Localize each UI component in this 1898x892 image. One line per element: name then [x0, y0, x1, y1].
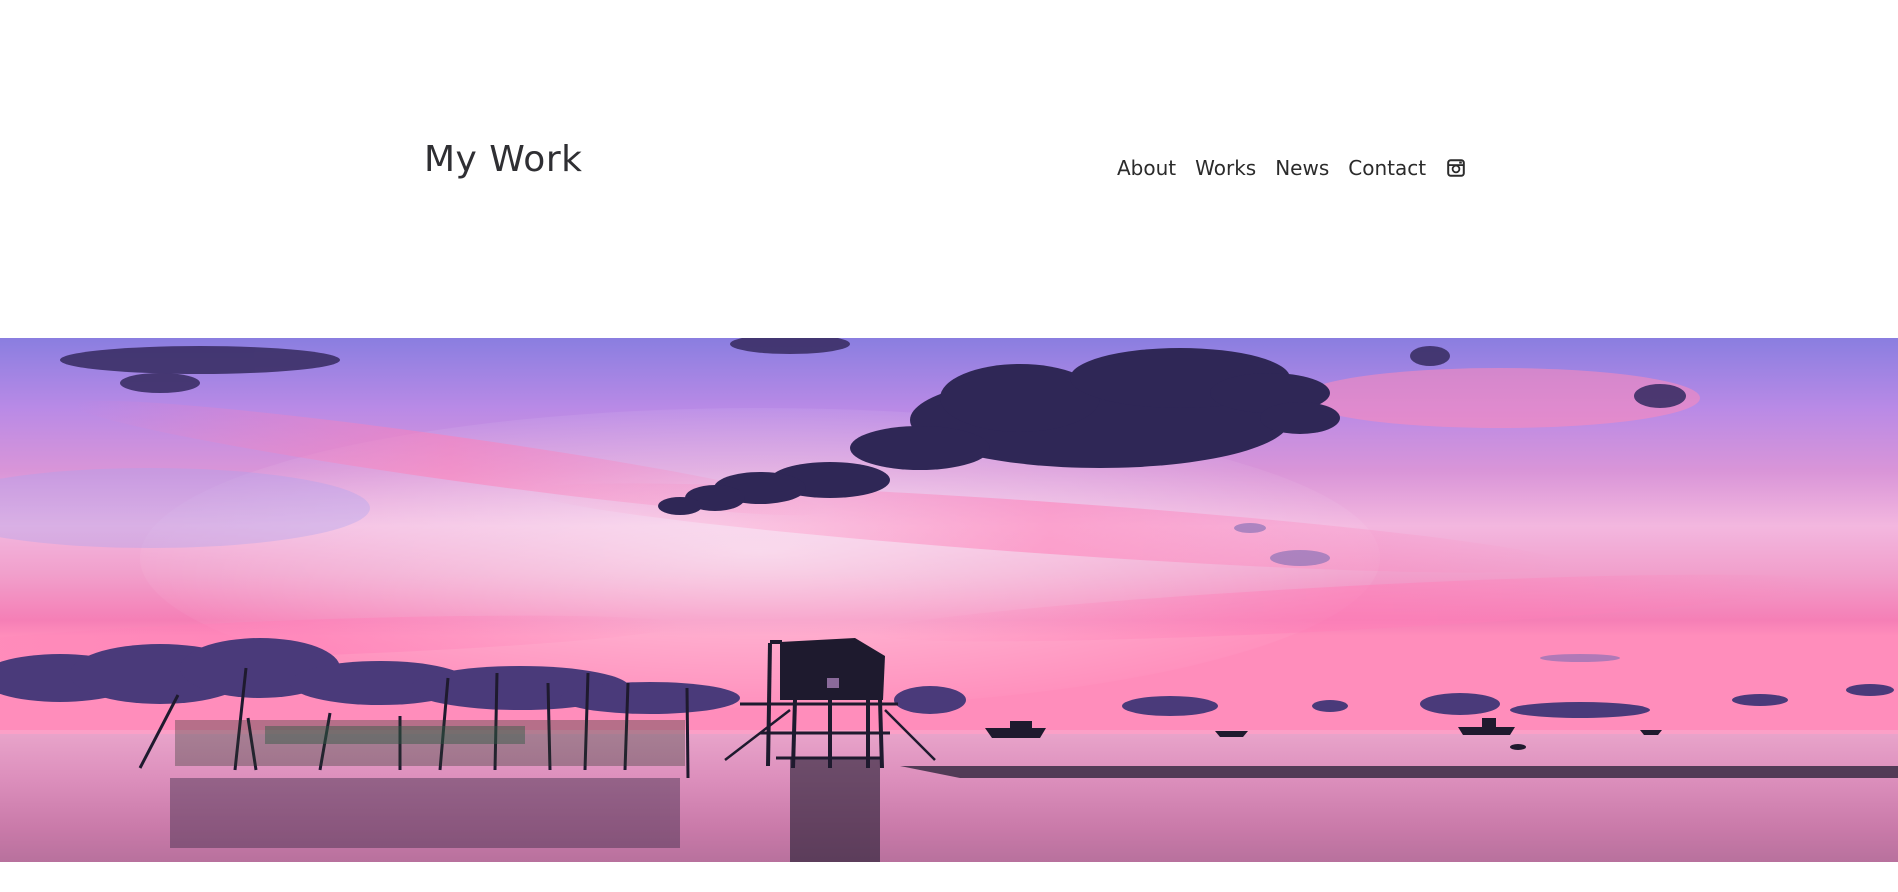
- site-title[interactable]: My Work: [424, 138, 582, 182]
- page: My Work About Works News Contact: [0, 0, 1898, 892]
- nav-item-news[interactable]: News: [1275, 155, 1329, 181]
- hero-sunset-seascape: [0, 338, 1898, 862]
- main-nav: About Works News Contact: [1117, 155, 1465, 181]
- nav-item-contact[interactable]: Contact: [1348, 155, 1426, 181]
- site-header: My Work About Works News Contact: [0, 0, 1898, 338]
- hero-image: [0, 338, 1898, 862]
- nav-item-works[interactable]: Works: [1195, 155, 1256, 181]
- nav-item-about[interactable]: About: [1117, 155, 1176, 181]
- instagram-icon[interactable]: [1447, 159, 1465, 177]
